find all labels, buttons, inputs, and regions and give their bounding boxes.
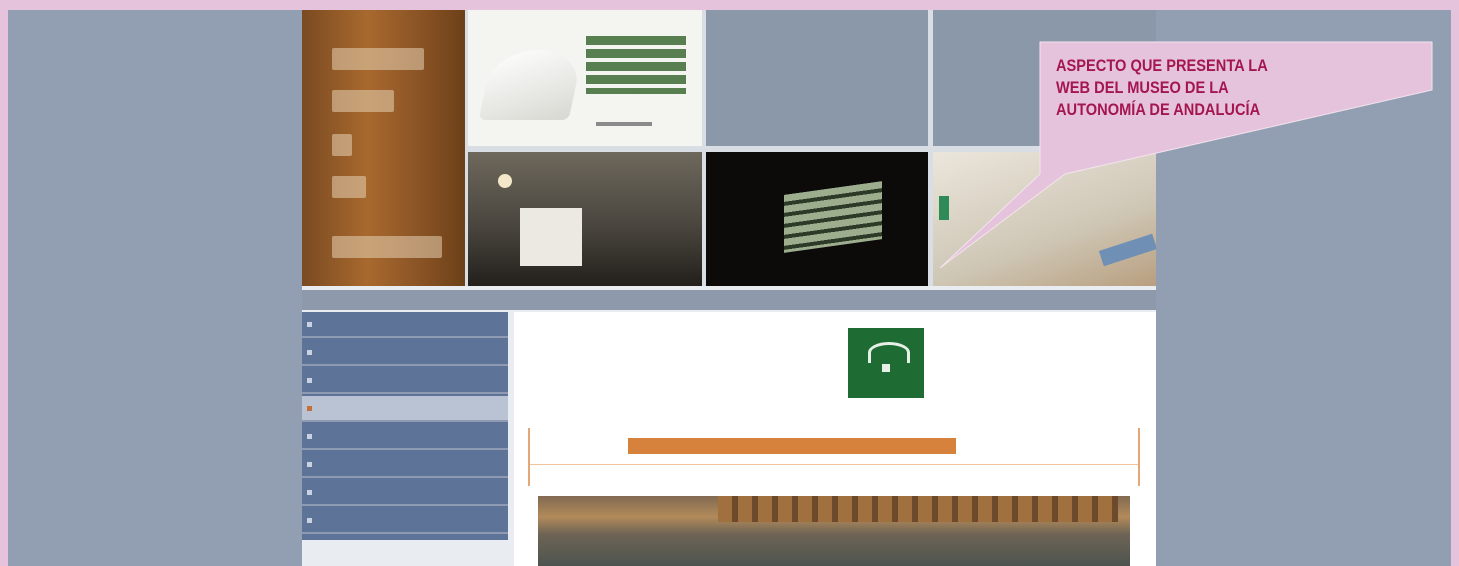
header-banner bbox=[302, 10, 1156, 286]
nav-item[interactable] bbox=[302, 340, 508, 366]
nav-item[interactable] bbox=[302, 452, 508, 478]
content-photo bbox=[538, 496, 1130, 566]
callout-line-3: AUTONOMÍA DE ANDALUCÍA bbox=[1056, 100, 1261, 119]
museum-website bbox=[302, 10, 1156, 566]
tab-highlighted[interactable] bbox=[628, 438, 956, 454]
banner-photo-gallery bbox=[933, 152, 1156, 286]
nav-item[interactable] bbox=[302, 508, 508, 534]
banner-photo-projection bbox=[706, 152, 928, 286]
nav-item[interactable] bbox=[302, 368, 508, 394]
site-title-bar bbox=[302, 290, 1156, 310]
nav-item[interactable] bbox=[302, 312, 508, 338]
tabs-divider bbox=[530, 464, 1138, 465]
banner-photo-wood-panel bbox=[302, 10, 465, 286]
callout-text: ASPECTO QUE PRESENTA LA WEB DEL MUSEO DE… bbox=[1056, 55, 1340, 121]
callout-line-1: ASPECTO QUE PRESENTA LA bbox=[1056, 56, 1268, 75]
nav-item[interactable] bbox=[302, 424, 508, 450]
main-content bbox=[514, 312, 1156, 566]
banner-photo-exhibit bbox=[468, 152, 702, 286]
nav-item[interactable] bbox=[302, 480, 508, 506]
callout-line-2: WEB DEL MUSEO DE LA bbox=[1056, 78, 1229, 97]
banner-placeholder bbox=[706, 10, 928, 146]
junta-andalucia-logo bbox=[848, 328, 924, 398]
section-tabs bbox=[528, 428, 1140, 486]
nav-item-active[interactable] bbox=[302, 396, 508, 422]
banner-photo-book bbox=[468, 10, 702, 146]
left-nav-menu bbox=[302, 312, 508, 540]
